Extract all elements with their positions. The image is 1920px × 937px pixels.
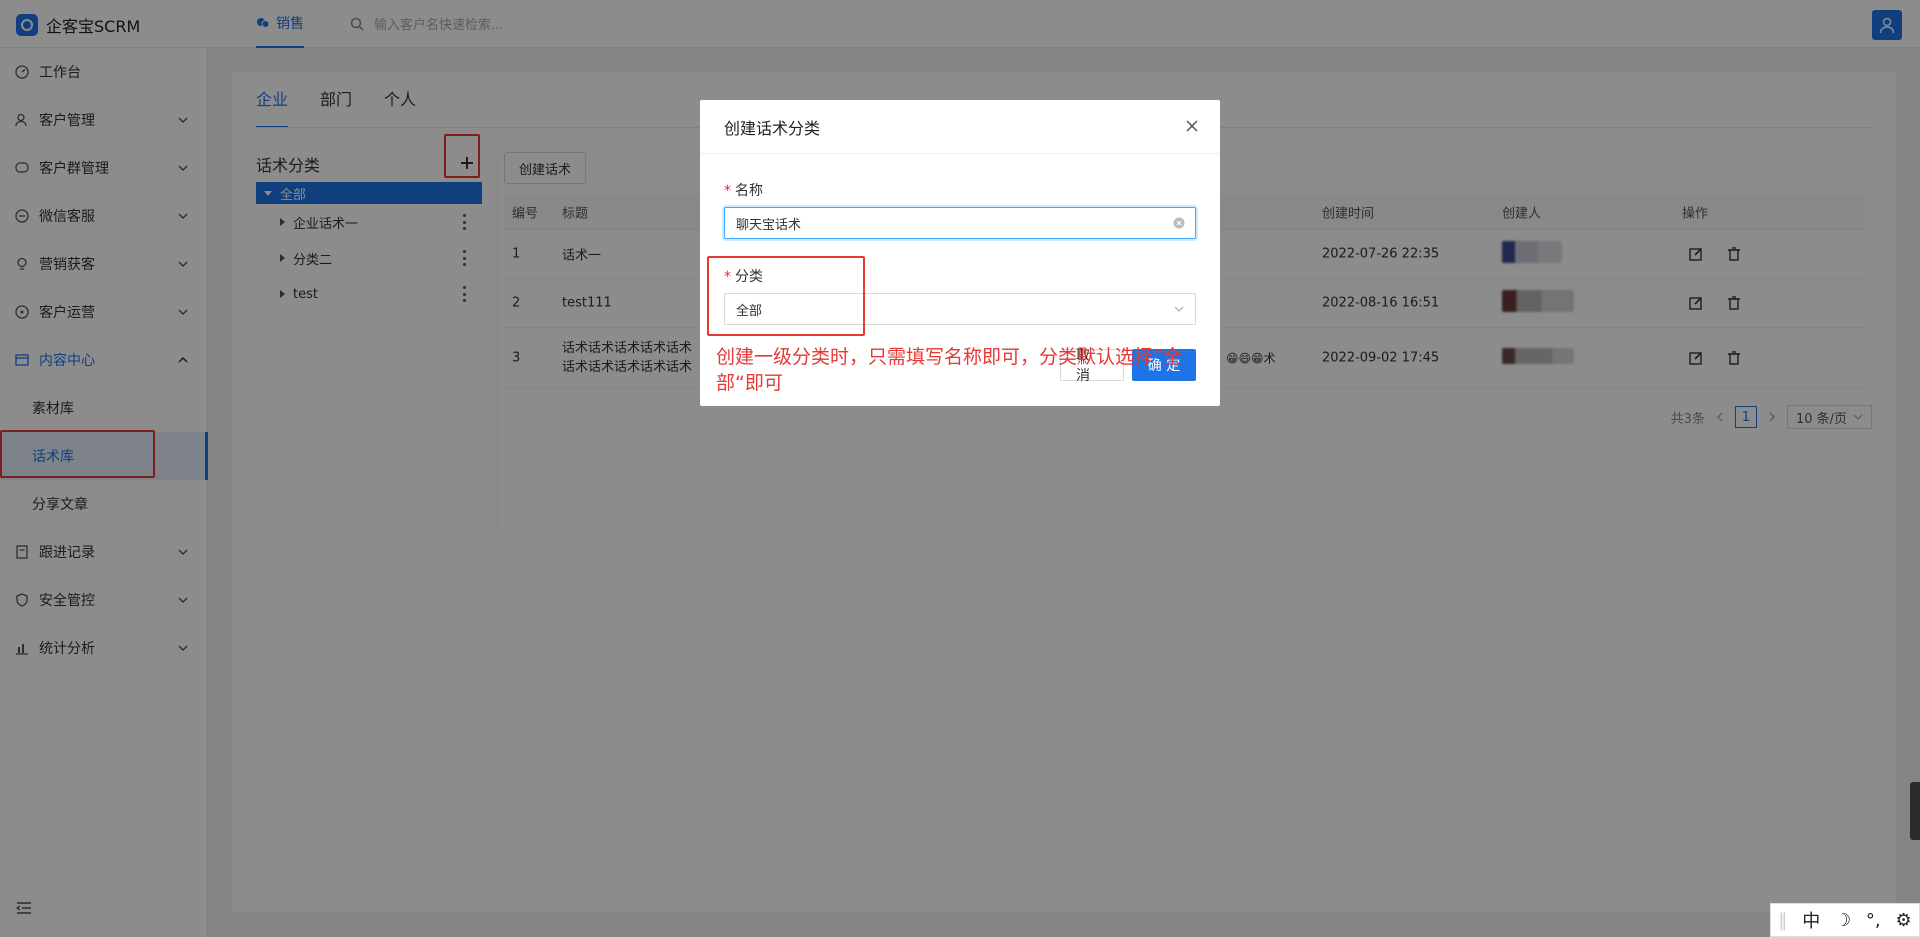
clear-icon[interactable] (1173, 217, 1185, 229)
ime-language[interactable]: 中 (1802, 907, 1820, 933)
required-mark: * (724, 183, 731, 199)
close-icon[interactable] (1184, 118, 1200, 134)
side-widget[interactable] (1910, 782, 1920, 840)
annotation-note: 创建一级分类时，只需填写名称即可，分类默认选择”全部“即可 (716, 346, 1182, 394)
name-label-text: 名称 (735, 183, 763, 199)
ime-toolbar: ‖ 中 ☽ °, ⚙ (1770, 903, 1920, 937)
name-label: * 名称 (724, 180, 763, 200)
chevron-down-icon (1174, 306, 1184, 312)
annotation-box-category (707, 256, 865, 336)
name-input-value: 聊天宝话术 (736, 217, 802, 233)
ime-punctuation[interactable]: °, (1866, 910, 1881, 931)
moon-icon[interactable]: ☽ (1835, 910, 1851, 931)
ime-handle-icon[interactable]: ‖ (1778, 910, 1787, 931)
name-input[interactable]: 聊天宝话术 (724, 207, 1196, 239)
dialog-title: 创建话术分类 (700, 100, 1220, 154)
gear-icon[interactable]: ⚙ (1895, 910, 1911, 931)
